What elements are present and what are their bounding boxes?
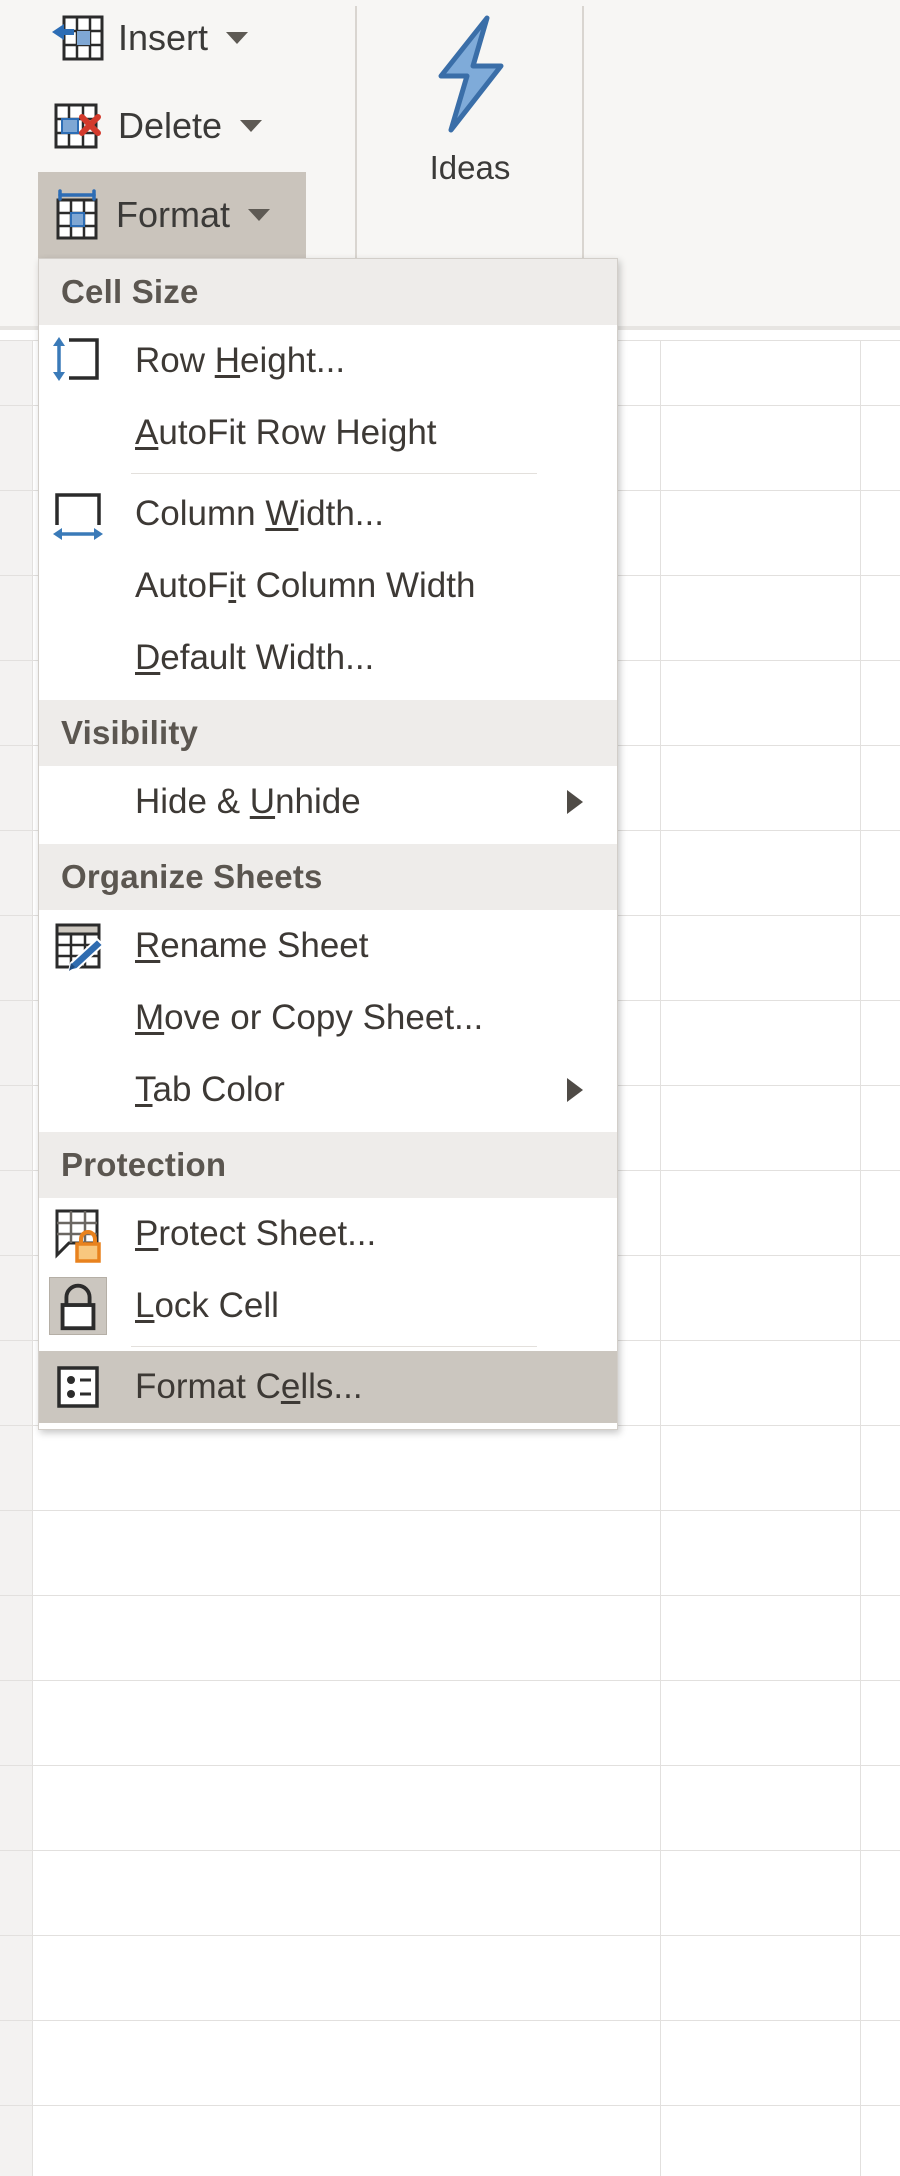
- menu-item-default-width[interactable]: Default Width...: [39, 622, 617, 694]
- menu-item-autofit-column-width[interactable]: AutoFit Column Width: [39, 550, 617, 622]
- menu-section-header-protection: Protection: [39, 1132, 617, 1198]
- menu-item-label-row-height: Row Height...: [135, 341, 346, 380]
- menu-item-label-autofit-row-height: AutoFit Row Height: [135, 413, 437, 452]
- ribbon-format-label: Format: [116, 194, 231, 235]
- chevron-down-icon-2[interactable]: [240, 120, 263, 132]
- no-icon-placeholder-5: [49, 989, 107, 1047]
- ribbon-delete-button[interactable]: Delete: [40, 88, 263, 164]
- menu-item-move-copy-sheet[interactable]: Move or Copy Sheet...: [39, 982, 617, 1054]
- menu-item-hide-unhide[interactable]: Hide & Unhide: [39, 766, 617, 838]
- menu-item-label-autofit-column-width: AutoFit Column Width: [135, 566, 476, 605]
- no-icon-placeholder-3: [49, 629, 107, 687]
- submenu-arrow-icon-2: [567, 1078, 583, 1102]
- menu-item-label-move-copy-sheet: Move or Copy Sheet...: [135, 998, 484, 1037]
- menu-item-lock-cell[interactable]: Lock Cell: [39, 1270, 617, 1342]
- no-icon-placeholder: [49, 404, 107, 462]
- no-icon-placeholder-6: [49, 1061, 107, 1119]
- menu-item-label-format-cells: Format Cells...: [135, 1367, 363, 1406]
- no-icon-placeholder-2: [49, 557, 107, 615]
- menu-item-label-protect-sheet: Protect Sheet...: [135, 1214, 377, 1253]
- format-cells-dialog-icon: [49, 1358, 107, 1416]
- ribbon-ideas-button[interactable]: Ideas: [382, 14, 558, 187]
- menu-item-autofit-row-height[interactable]: AutoFit Row Height: [39, 397, 617, 469]
- protect-sheet-icon: [49, 1205, 107, 1263]
- menu-item-column-width[interactable]: Column Width...: [39, 478, 617, 550]
- format-cells-icon: [48, 188, 102, 242]
- menu-section-header-cell-size: Cell Size: [39, 259, 617, 325]
- ribbon-insert-button[interactable]: Insert: [40, 0, 249, 76]
- menu-item-tab-color[interactable]: Tab Color: [39, 1054, 617, 1126]
- chevron-down-icon[interactable]: [226, 32, 249, 44]
- menu-separator: [131, 473, 537, 474]
- menu-item-label-column-width: Column Width...: [135, 494, 384, 533]
- menu-separator-2: [131, 1346, 537, 1347]
- menu-item-protect-sheet[interactable]: Protect Sheet...: [39, 1198, 617, 1270]
- insert-cells-icon: [50, 11, 104, 65]
- menu-item-label-tab-color: Tab Color: [135, 1070, 285, 1109]
- menu-section-header-visibility: Visibility: [39, 700, 617, 766]
- ribbon-ideas-label: Ideas: [429, 149, 511, 186]
- format-dropdown-menu[interactable]: Cell Size Row Height... AutoFit Row Heig…: [38, 258, 618, 1430]
- column-width-icon: [49, 485, 107, 543]
- menu-item-row-height[interactable]: Row Height...: [39, 325, 617, 397]
- ribbon-insert-label: Insert: [118, 17, 209, 58]
- lightning-bolt-icon: [415, 15, 525, 138]
- submenu-arrow-icon: [567, 790, 583, 814]
- delete-cells-icon: [50, 99, 104, 153]
- menu-item-label-rename-sheet: Rename Sheet: [135, 926, 369, 965]
- menu-item-label-lock-cell: Lock Cell: [135, 1286, 279, 1325]
- menu-item-label-default-width: Default Width...: [135, 638, 375, 677]
- ribbon-format-button[interactable]: Format: [38, 172, 306, 258]
- no-icon-placeholder-4: [49, 773, 107, 831]
- ribbon-delete-label: Delete: [118, 105, 223, 146]
- row-height-icon: [49, 332, 107, 390]
- menu-item-rename-sheet[interactable]: Rename Sheet: [39, 910, 617, 982]
- row-header-strip: [0, 340, 32, 2176]
- menu-section-header-organize-sheets: Organize Sheets: [39, 844, 617, 910]
- menu-item-label-hide-unhide: Hide & Unhide: [135, 782, 361, 821]
- rename-sheet-icon: [49, 917, 107, 975]
- chevron-down-icon-3[interactable]: [248, 209, 271, 221]
- lock-icon: [49, 1277, 107, 1335]
- menu-item-format-cells[interactable]: Format Cells...: [39, 1351, 617, 1423]
